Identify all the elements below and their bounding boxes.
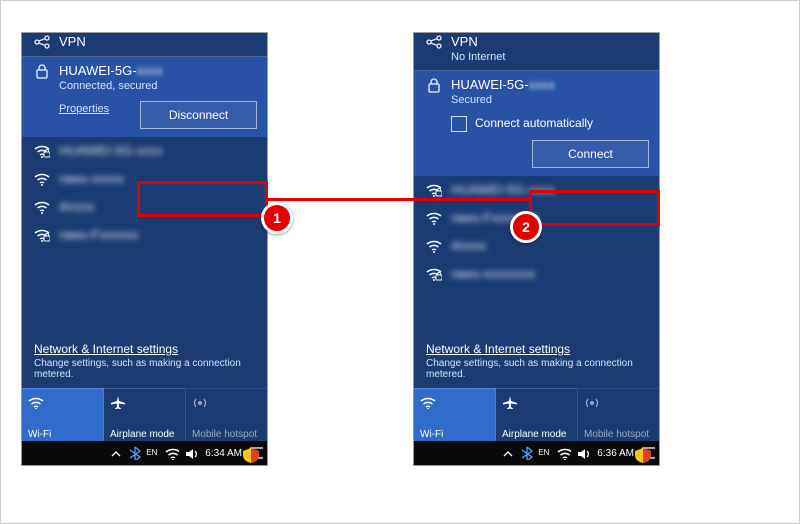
airplane-icon	[110, 395, 128, 409]
network-settings-link[interactable]: Network & Internet settings Change setti…	[22, 336, 267, 386]
vpn-status: No Internet	[451, 50, 647, 64]
network-flyout: VPN No Internet HUAWEI-5G-xxxx Secured C…	[414, 33, 659, 446]
airplane-icon	[502, 395, 520, 409]
screenshot-right: VPN No Internet HUAWEI-5G-xxxx Secured C…	[414, 33, 659, 465]
wifi-secure-icon	[426, 182, 442, 198]
taskbar: EN 6:34 AM	[22, 441, 267, 465]
settings-title: Network & Internet settings	[34, 342, 255, 356]
bluetooth-icon[interactable]	[519, 446, 533, 460]
network-item[interactable]: HUAWEI-5G-xxxx	[22, 137, 267, 165]
selected-network[interactable]: HUAWEI-5G-xxxx Connected, secured Proper…	[22, 57, 267, 137]
tile-wifi[interactable]: Wi-Fi	[22, 388, 104, 446]
clock[interactable]: 6:36 AM	[597, 448, 634, 459]
connect-auto-checkbox[interactable]	[451, 116, 467, 132]
tutorial-image: VPN HUAWEI-5G-xxxx Connected, secured Pr…	[0, 0, 800, 524]
tile-airplane[interactable]: Airplane mode	[496, 388, 578, 446]
wifi-icon	[426, 238, 442, 254]
wifi-secure-icon	[426, 266, 442, 282]
system-tray[interactable]: EN	[500, 446, 590, 460]
wifi-icon	[34, 171, 50, 187]
volume-icon[interactable]	[184, 446, 198, 460]
tile-hotspot[interactable]: Mobile hotspot	[578, 388, 659, 446]
disconnect-button[interactable]: Disconnect	[140, 101, 257, 129]
network-flyout: VPN HUAWEI-5G-xxxx Connected, secured Pr…	[22, 33, 267, 446]
wifi-icon	[28, 395, 46, 409]
selected-network-status: Connected, secured	[59, 79, 255, 93]
lock-icon	[34, 63, 50, 79]
vpn-title: VPN	[451, 34, 647, 50]
step-badge-2: 2	[510, 211, 542, 243]
wifi-tray-icon[interactable]	[557, 446, 571, 460]
chevron-up-icon[interactable]	[108, 446, 122, 460]
bluetooth-icon[interactable]	[127, 446, 141, 460]
vpn-row[interactable]: VPN No Internet	[414, 33, 659, 70]
highlight-box-1	[137, 181, 268, 217]
security-shield-icon[interactable]	[241, 447, 261, 463]
tile-wifi[interactable]: Wi-Fi	[414, 388, 496, 446]
vpn-icon	[34, 34, 50, 50]
quick-tiles: Wi-Fi Airplane mode Mobile hotspot	[22, 388, 267, 446]
vpn-icon	[426, 34, 442, 50]
hotspot-icon	[584, 395, 602, 409]
volume-icon[interactable]	[576, 446, 590, 460]
selected-network-status: Secured	[451, 93, 647, 107]
wifi-icon	[426, 210, 442, 226]
clock[interactable]: 6:34 AM	[205, 448, 242, 459]
screenshot-left: VPN HUAWEI-5G-xxxx Connected, secured Pr…	[22, 33, 267, 465]
properties-link[interactable]: Properties	[59, 103, 109, 115]
vpn-row[interactable]: VPN	[22, 33, 267, 56]
quick-tiles: Wi-Fi Airplane mode Mobile hotspot	[414, 388, 659, 446]
selected-network[interactable]: HUAWEI-5G-xxxx Secured Connect automatic…	[414, 71, 659, 176]
selected-network-name: HUAWEI-5G-	[451, 77, 529, 92]
language-indicator[interactable]: EN	[538, 446, 552, 460]
vpn-title: VPN	[59, 34, 255, 50]
tile-airplane[interactable]: Airplane mode	[104, 388, 186, 446]
hotspot-icon	[192, 395, 210, 409]
system-tray[interactable]: EN	[108, 446, 198, 460]
security-shield-icon[interactable]	[633, 447, 653, 463]
selected-network-name: HUAWEI-5G-	[59, 63, 137, 78]
wifi-secure-icon	[34, 143, 50, 159]
language-indicator[interactable]: EN	[146, 446, 160, 460]
wifi-secure-icon	[34, 227, 50, 243]
step-badge-1: 1	[261, 202, 293, 234]
settings-title: Network & Internet settings	[426, 342, 647, 356]
network-item[interactable]: rawu-Fxxxxxx	[22, 221, 267, 249]
wifi-icon	[34, 199, 50, 215]
chevron-up-icon[interactable]	[500, 446, 514, 460]
wifi-icon	[420, 395, 438, 409]
taskbar: EN 6:36 AM	[414, 441, 659, 465]
network-settings-link[interactable]: Network & Internet settings Change setti…	[414, 336, 659, 386]
highlight-box-2	[529, 190, 660, 226]
connect-button[interactable]: Connect	[532, 140, 649, 168]
network-item[interactable]: rawu-xxxxxxxx	[414, 260, 659, 288]
tile-hotspot[interactable]: Mobile hotspot	[186, 388, 267, 446]
connect-auto-label: Connect automatically	[475, 116, 593, 130]
settings-desc: Change settings, such as making a connec…	[426, 358, 647, 380]
lock-icon	[426, 77, 442, 93]
connector-line	[268, 198, 529, 201]
settings-desc: Change settings, such as making a connec…	[34, 358, 255, 380]
wifi-tray-icon[interactable]	[165, 446, 179, 460]
